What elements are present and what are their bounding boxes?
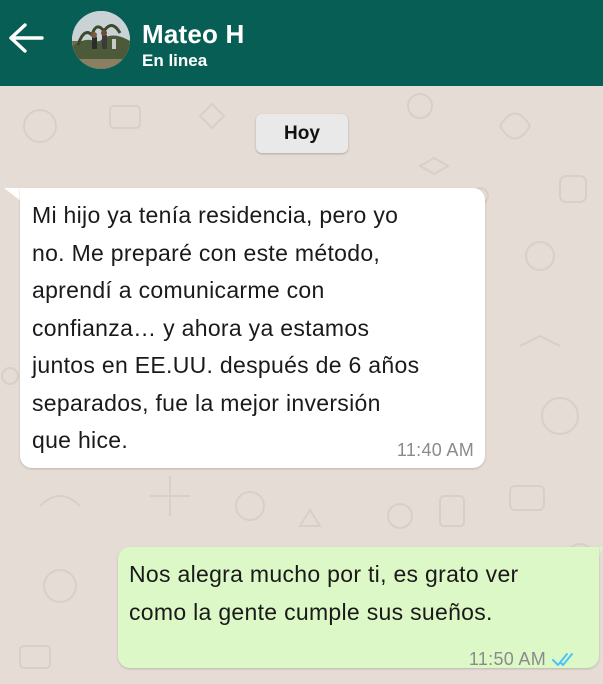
- contact-name[interactable]: Mateo H: [142, 19, 245, 50]
- chat-screen: Mateo H En linea Hoy Mi hijo ya tenía re…: [0, 0, 603, 684]
- double-check-read-icon: [552, 653, 573, 666]
- avatar-photo: [72, 11, 130, 69]
- message-line: confianza… y ahora ya estamos: [32, 314, 370, 341]
- arrow-left-icon: [9, 23, 44, 53]
- chat-header: Mateo H En linea: [0, 0, 603, 86]
- outgoing-message-bubble[interactable]: Nos alegra mucho por ti, es grato ver co…: [118, 547, 599, 669]
- message-line: como la gente cumple sus sueños.: [129, 598, 493, 625]
- message-timestamp: 11:50 AM: [468, 649, 546, 669]
- message-line: juntos en EE.UU. después de 6 años: [32, 352, 420, 378]
- message-line: Mi hijo ya tenía residencia, pero yo: [32, 202, 399, 228]
- back-button[interactable]: [6, 20, 46, 56]
- message-line: que hice.: [32, 427, 129, 453]
- message-line: Nos alegra mucho por ti, es grato ver: [129, 561, 519, 587]
- message-text: Nos alegra mucho por ti, es grato ver co…: [129, 556, 519, 631]
- incoming-message-bubble[interactable]: Mi hijo ya tenía residencia, pero yo no.…: [20, 188, 485, 468]
- date-separator: Hoy: [256, 114, 348, 153]
- message-text: Mi hijo ya tenía residencia, pero yo no.…: [32, 197, 419, 460]
- message-line: aprendí a comunicarme con: [32, 277, 325, 303]
- avatar[interactable]: [72, 11, 130, 69]
- contact-status: En linea: [142, 51, 208, 70]
- message-line: separados, fue la mejor inversión: [32, 389, 381, 416]
- message-line: no. Me preparé con este método,: [32, 239, 381, 266]
- message-timestamp: 11:40 AM: [396, 440, 474, 460]
